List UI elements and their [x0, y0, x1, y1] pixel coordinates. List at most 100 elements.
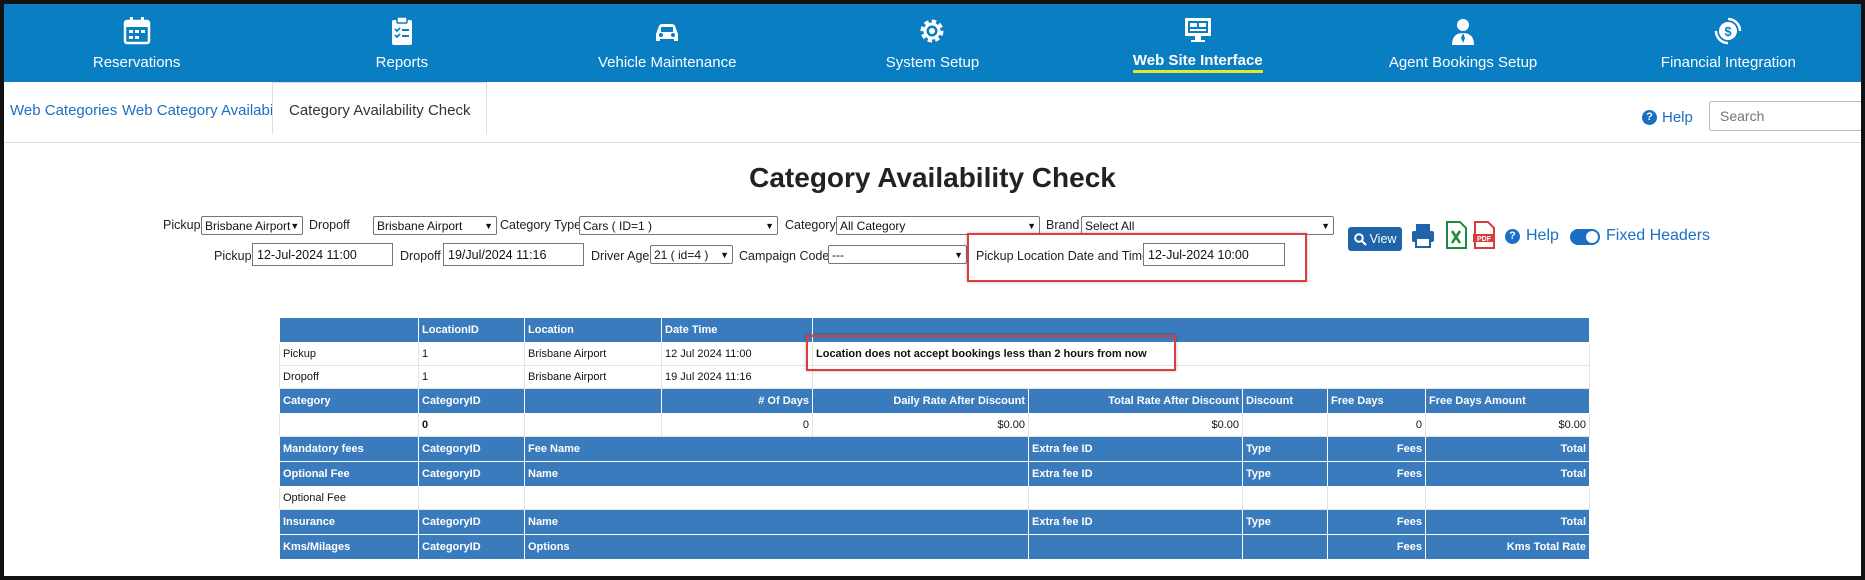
table-cell: Dropoff	[279, 365, 419, 389]
category-header-row: Category CategoryID # Of Days Daily Rate…	[279, 388, 1591, 414]
table-cell: Pickup	[279, 342, 419, 366]
table-cell: Fees	[1327, 436, 1426, 462]
nav-label: Agent Bookings Setup	[1388, 53, 1538, 71]
svg-text:PDF: PDF	[1477, 236, 1492, 243]
table-cell	[279, 413, 419, 437]
fixed-headers-toggle[interactable]	[1570, 229, 1600, 245]
dropoff-date-input[interactable]	[443, 243, 584, 266]
campaign-code-select[interactable]: --- ▼	[828, 245, 967, 264]
mandatory-fees-header-row: Mandatory fees CategoryID Fee Name Extra…	[279, 436, 1591, 462]
table-cell: Kms/Milages	[279, 534, 419, 560]
table-row: 0 0 $0.00 $0.00 0 $0.00	[279, 413, 1591, 437]
insurance-header-row: Insurance CategoryID Name Extra fee ID T…	[279, 509, 1591, 535]
table-cell	[1028, 486, 1243, 510]
chevron-down-icon: ▼	[765, 220, 774, 231]
chevron-down-icon: ▼	[954, 249, 963, 260]
kms-header-row: Kms/Milages CategoryID Options Fees Kms …	[279, 534, 1591, 560]
table-cell: Fee Name	[524, 436, 1029, 462]
chevron-down-icon: ▼	[1321, 220, 1330, 231]
tab-web-categories[interactable]: Web Categories	[10, 102, 117, 119]
pdf-icon[interactable]: PDF	[1471, 220, 1497, 250]
table-cell: Optional Fee	[279, 486, 419, 510]
highlight-box	[967, 233, 1307, 282]
error-highlight-box	[806, 335, 1176, 371]
table-cell: CategoryID	[418, 436, 525, 462]
table-cell: Brisbane Airport	[524, 365, 662, 389]
toolbar-help-link[interactable]: ? Help	[1505, 227, 1559, 245]
table-cell	[524, 486, 1029, 510]
category-value: All Category	[840, 218, 906, 233]
nav-reservations[interactable]: Reservations	[4, 4, 269, 82]
table-cell: Brisbane Airport	[524, 342, 662, 366]
nav-reports[interactable]: Reports	[269, 4, 534, 82]
category-type-select[interactable]: Cars ( ID=1 ) ▼	[579, 216, 778, 235]
view-button[interactable]: View	[1348, 227, 1402, 251]
table-cell: Type	[1242, 436, 1328, 462]
top-navigation: Reservations Reports Vehicle Maintenance…	[4, 4, 1861, 82]
table-cell: Type	[1242, 461, 1328, 487]
dollar-sync-icon: $	[1715, 17, 1742, 44]
dropoff-location-value: Brisbane Airport	[377, 218, 463, 233]
nav-financial-integration[interactable]: $ Financial Integration	[1596, 4, 1861, 82]
table-cell: Discount	[1242, 388, 1328, 414]
campaign-code-label: Campaign Code	[739, 249, 830, 263]
category-type-value: Cars ( ID=1 )	[583, 218, 653, 233]
table-cell	[524, 413, 662, 437]
car-icon	[656, 23, 679, 41]
driver-age-label: Driver Age	[591, 249, 650, 263]
excel-icon[interactable]	[1443, 220, 1469, 250]
table-cell: Daily Rate After Discount	[812, 388, 1029, 414]
table-cell: Date Time	[661, 317, 813, 343]
table-cell: 0	[1327, 413, 1426, 437]
question-icon: ?	[1642, 110, 1657, 125]
table-cell	[1242, 486, 1328, 510]
table-cell: Name	[524, 461, 1029, 487]
table-cell: Options	[524, 534, 1029, 560]
tab-web-category-availability[interactable]: Web Category Availability	[122, 102, 292, 119]
table-cell: Fees	[1327, 509, 1426, 535]
campaign-code-value: ---	[832, 247, 844, 262]
nav-label: Financial Integration	[1660, 53, 1796, 71]
optional-fee-header-row: Optional Fee CategoryID Name Extra fee I…	[279, 461, 1591, 487]
agent-icon	[1452, 18, 1475, 45]
table-cell: 0	[418, 413, 525, 437]
nav-label: Vehicle Maintenance	[597, 53, 737, 71]
dropoff-location-select[interactable]: Brisbane Airport ▼	[373, 216, 497, 235]
search-icon	[1353, 232, 1367, 246]
help-link[interactable]: ? Help	[1642, 109, 1693, 126]
dropoff-location-label: Dropoff	[309, 218, 350, 232]
table-cell: Insurance	[279, 509, 419, 535]
pickup-location-label: Pickup	[163, 218, 201, 232]
driver-age-select[interactable]: 21 ( id=4 ) ▼	[650, 245, 733, 264]
nav-agent-bookings-setup[interactable]: Agent Bookings Setup	[1330, 4, 1595, 82]
table-cell	[279, 317, 419, 343]
pickup-date-label: Pickup	[214, 249, 252, 263]
search-input[interactable]	[1709, 101, 1861, 131]
table-cell: 12 Jul 2024 11:00	[661, 342, 813, 366]
table-cell: 19 Jul 2024 11:16	[661, 365, 813, 389]
table-cell: Extra fee ID	[1028, 509, 1243, 535]
table-cell: Category	[279, 388, 419, 414]
pickup-location-value: Brisbane Airport	[205, 218, 291, 233]
nav-system-setup[interactable]: System Setup	[800, 4, 1065, 82]
pickup-date-input[interactable]	[252, 243, 393, 266]
table-cell: 0	[661, 413, 813, 437]
table-cell: Name	[524, 509, 1029, 535]
view-label: View	[1369, 232, 1397, 246]
monitor-icon	[1184, 17, 1211, 42]
table-cell: Total Rate After Discount	[1028, 388, 1243, 414]
tab-category-availability-check[interactable]: Category Availability Check	[272, 82, 488, 134]
table-cell: Location	[524, 317, 662, 343]
table-cell: Mandatory fees	[279, 436, 419, 462]
nav-web-site-interface[interactable]: Web Site Interface	[1065, 4, 1330, 82]
nav-vehicle-maintenance[interactable]: Vehicle Maintenance	[535, 4, 800, 82]
pickup-location-select[interactable]: Brisbane Airport ▼	[201, 216, 303, 235]
table-cell	[418, 486, 525, 510]
nav-label: System Setup	[885, 53, 980, 71]
fixed-headers-label: Fixed Headers	[1606, 227, 1711, 244]
chevron-down-icon: ▼	[290, 220, 300, 231]
table-cell: Extra fee ID	[1028, 461, 1243, 487]
print-icon[interactable]	[1410, 220, 1436, 250]
table-cell	[1327, 486, 1426, 510]
chevron-down-icon: ▼	[484, 220, 493, 231]
